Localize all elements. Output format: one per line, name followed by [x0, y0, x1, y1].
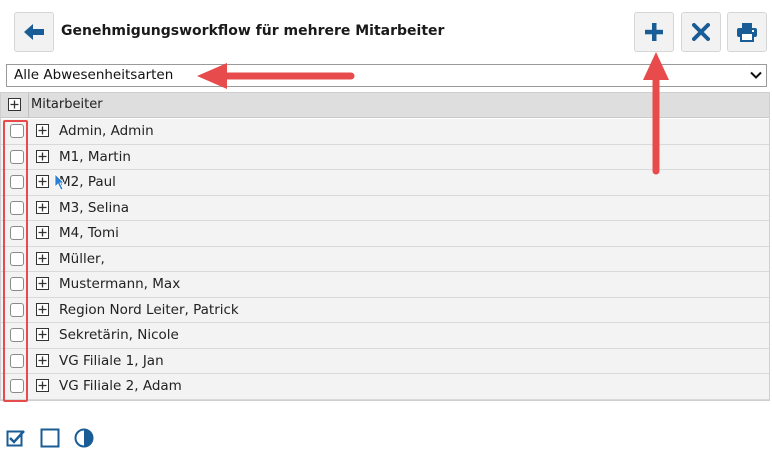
employee-name: M1, Martin	[59, 148, 131, 165]
expand-icon[interactable]	[36, 251, 49, 265]
table-row[interactable]: Sekretärin, Nicole	[1, 323, 769, 349]
invert-selection-icon[interactable]	[74, 428, 94, 448]
add-button[interactable]	[634, 12, 674, 52]
mouse-cursor-icon	[54, 173, 65, 191]
table-row[interactable]: VG Filiale 1, Jan	[1, 348, 769, 374]
employee-name: M4, Tomi	[59, 225, 119, 241]
annotation-arrow-left	[197, 63, 355, 89]
employee-name: Mustermann, Max	[59, 276, 181, 292]
employee-name: M2, Paul	[59, 174, 116, 190]
checkbox-column-highlight	[3, 120, 28, 402]
expand-icon[interactable]	[36, 200, 49, 214]
expand-all-icon[interactable]	[8, 98, 21, 111]
expand-icon[interactable]	[36, 328, 49, 341]
employee-name: Admin, Admin	[59, 123, 154, 139]
plus-icon	[645, 23, 663, 41]
column-header-employee: Mitarbeiter	[31, 97, 103, 112]
expand-icon[interactable]	[36, 302, 49, 316]
employee-name: M3, Selina	[59, 199, 130, 216]
expand-icon[interactable]	[36, 353, 49, 367]
table-row[interactable]: M4, Tomi	[1, 221, 769, 247]
employee-name: VG Filiale 1, Jan	[59, 352, 164, 369]
expand-icon[interactable]	[36, 379, 49, 392]
table-row[interactable]: VG Filiale 2, Adam	[1, 374, 769, 400]
check-all-icon[interactable]	[6, 428, 26, 448]
employee-name: VG Filiale 2, Adam	[59, 378, 182, 394]
expand-icon[interactable]	[36, 277, 49, 290]
employee-name: Region Nord Leiter, Patrick	[59, 301, 239, 318]
expand-icon[interactable]	[36, 124, 49, 137]
uncheck-all-icon[interactable]	[40, 428, 60, 448]
table-row[interactable]: Mustermann, Max	[1, 272, 769, 298]
expand-icon[interactable]	[36, 175, 49, 188]
absence-type-select-value: Alle Abwesenheitsarten	[14, 67, 174, 83]
table-row[interactable]: M3, Selina	[1, 195, 769, 221]
printer-icon	[737, 23, 757, 42]
chevron-down-icon	[750, 71, 762, 79]
expand-icon[interactable]	[36, 149, 49, 163]
expand-icon[interactable]	[36, 226, 49, 239]
page-title: Genehmigungsworkflow für mehrere Mitarbe…	[61, 23, 445, 39]
print-button[interactable]	[727, 12, 767, 52]
table-row[interactable]: Region Nord Leiter, Patrick	[1, 297, 769, 323]
back-button[interactable]	[14, 12, 54, 52]
table-row[interactable]: Müller,	[1, 246, 769, 272]
x-icon	[692, 23, 710, 41]
arrow-left-icon	[24, 24, 44, 40]
header-divider	[28, 93, 29, 118]
employee-name: Sekretärin, Nicole	[59, 327, 179, 343]
delete-button[interactable]	[681, 12, 721, 52]
annotation-arrow-up	[643, 52, 669, 175]
employee-name: Müller,	[59, 250, 105, 267]
